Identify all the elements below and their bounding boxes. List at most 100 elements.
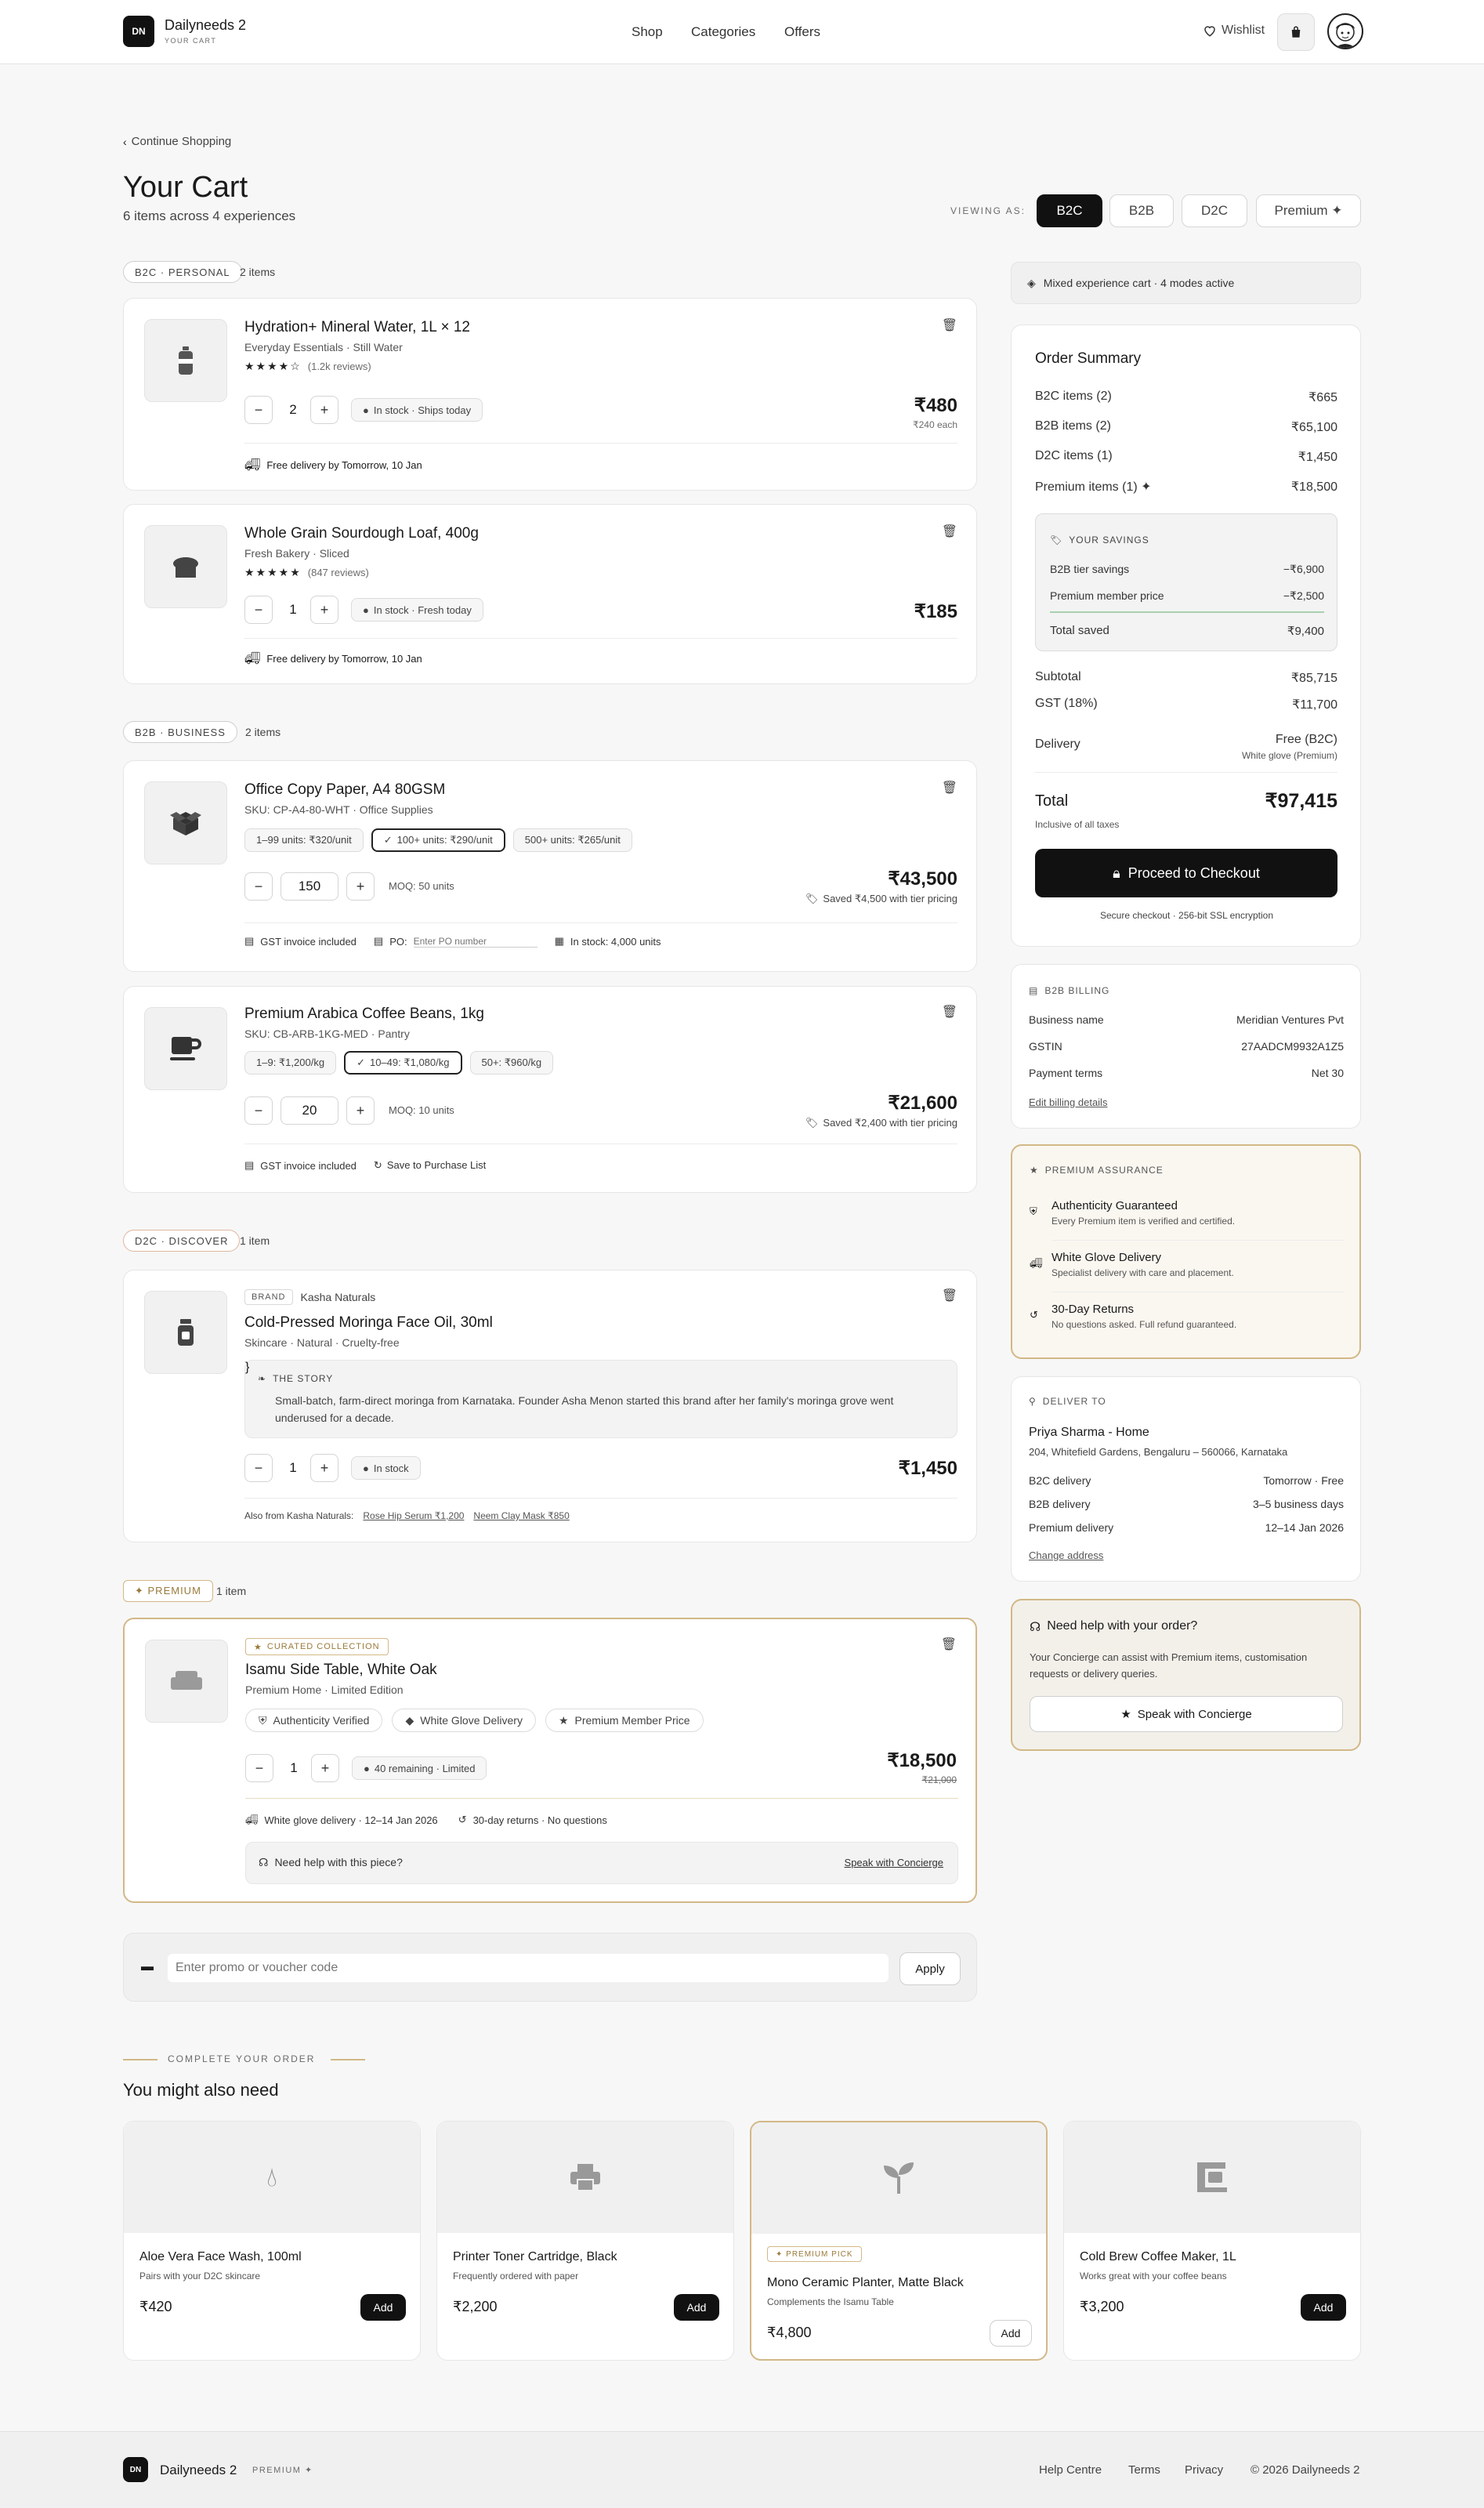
qty-input[interactable]: 150 [281, 872, 338, 901]
tier-chip-1[interactable]: 1–99 units: ₹320/unit [244, 828, 364, 852]
qty-increase-button[interactable]: + [310, 396, 338, 424]
also-item-link[interactable]: Rose Hip Serum ₹1,200 [363, 1510, 464, 1521]
promo-input[interactable] [168, 1954, 889, 1982]
tier-chip-2[interactable]: ✓ 10–49: ₹1,080/kg [344, 1051, 462, 1075]
brand-sub: YOUR CART [165, 37, 217, 45]
item-name[interactable]: Premium Arabica Coffee Beans, 1kg [244, 1006, 484, 1023]
qty-value[interactable]: 2 [277, 402, 309, 418]
delivery-row: Delivery Free (B2C) White glove (Premium) [1035, 733, 1337, 761]
item-name[interactable]: Office Copy Paper, A4 80GSM [244, 781, 445, 799]
rec-card-premium[interactable]: ✦ PREMIUM PICK Mono Ceramic Planter, Mat… [750, 2121, 1048, 2361]
footer-badge: PREMIUM ✦ [252, 2466, 313, 2475]
trash-icon[interactable]: 🗑︎ [942, 1004, 957, 1020]
qty-decrease-button[interactable]: − [245, 1754, 273, 1782]
qty-decrease-button[interactable]: − [244, 1096, 273, 1125]
avatar[interactable] [1327, 13, 1363, 49]
item-meta: SKU: CB-ARB-1KG-MED · Pantry [244, 1027, 410, 1040]
delivery-text: Free delivery by Tomorrow, 10 Jan [266, 458, 422, 471]
story-text: Small-batch, farm-direct moringa from Ka… [275, 1394, 894, 1424]
cart-button[interactable] [1277, 13, 1315, 51]
mode-premium-button[interactable]: Premium ✦ [1256, 194, 1361, 227]
qty-decrease-button[interactable]: − [244, 596, 273, 624]
qty-value[interactable]: 1 [277, 1460, 309, 1476]
speak-concierge-button[interactable]: ★ Speak with Concierge [1030, 1696, 1343, 1732]
qty-increase-button[interactable]: + [346, 872, 375, 901]
item-name[interactable]: Hydration+ Mineral Water, 1L × 12 [244, 319, 470, 336]
section-count-b2c: 2 items [240, 266, 276, 278]
rec-add-button[interactable]: Add [674, 2294, 719, 2321]
wishlist-link[interactable]: Wishlist [1203, 24, 1265, 38]
deliver-title: DELIVER TO [1042, 1396, 1106, 1407]
trash-icon[interactable]: 🗑︎ [942, 524, 957, 539]
footer-help-link[interactable]: Help Centre [1039, 2463, 1102, 2477]
tier-chip-3[interactable]: 500+ units: ₹265/unit [512, 828, 632, 852]
trash-icon[interactable]: 🗑︎ [942, 317, 957, 333]
original-price: ₹21,000 [921, 1774, 957, 1785]
trash-icon[interactable]: 🗑︎ [942, 1288, 957, 1303]
item-price: ₹43,500 [888, 868, 957, 890]
qty-increase-button[interactable]: + [310, 1454, 338, 1482]
badge-member-price: ★ Premium Member Price [545, 1709, 704, 1732]
item-name[interactable]: Whole Grain Sourdough Loaf, 400g [244, 525, 479, 542]
item-name[interactable]: Isamu Side Table, White Oak [245, 1662, 437, 1679]
premium-pick-badge: ✦ PREMIUM PICK [767, 2246, 862, 2262]
tier-chip-1[interactable]: 1–9: ₹1,200/kg [244, 1051, 337, 1075]
tier-chip-3[interactable]: 50+: ₹960/kg [469, 1051, 554, 1075]
viewing-as-label: VIEWING AS: [950, 205, 1026, 216]
rec-card[interactable]: Printer Toner Cartridge, Black Frequentl… [436, 2121, 734, 2361]
qty-decrease-button[interactable]: − [244, 396, 273, 424]
trash-icon[interactable]: 🗑︎ [941, 1636, 957, 1652]
footer-logo[interactable]: DN [123, 2457, 148, 2482]
trash-icon[interactable]: 🗑︎ [942, 780, 957, 796]
change-address-link[interactable]: Change address [1029, 1549, 1103, 1561]
delivery-info: 🚚︎ Free delivery by Tomorrow, 10 Jan [244, 651, 422, 666]
brand-name[interactable]: Kasha Naturals [301, 1291, 376, 1303]
rec-add-button[interactable]: Add [1301, 2294, 1346, 2321]
cart-item-coffee: Premium Arabica Coffee Beans, 1kg SKU: C… [123, 986, 977, 1193]
mode-b2b-button[interactable]: B2B [1109, 194, 1174, 227]
doc-icon: ▤ [244, 935, 255, 947]
mode-d2c-button[interactable]: D2C [1182, 194, 1247, 227]
rec-image [751, 2122, 1046, 2234]
qty-decrease-button[interactable]: − [244, 872, 273, 901]
edit-billing-link[interactable]: Edit billing details [1029, 1096, 1107, 1108]
nav-categories[interactable]: Categories [691, 24, 755, 40]
item-name[interactable]: Cold-Pressed Moringa Face Oil, 30ml [244, 1314, 493, 1332]
save-to-list-link[interactable]: ↻ Save to Purchase List [374, 1159, 486, 1172]
qty-increase-button[interactable]: + [311, 1754, 339, 1782]
qty-value[interactable]: 1 [278, 1760, 309, 1776]
heart-icon [1203, 24, 1217, 38]
brand-name[interactable]: Dailyneeds 2 [165, 17, 246, 34]
nav-offers[interactable]: Offers [784, 24, 820, 40]
mixed-text: Mixed experience cart · 4 modes active [1043, 277, 1235, 289]
continue-shopping-link[interactable]: ‹ Continue Shopping [123, 135, 231, 148]
brand-logo[interactable]: DN [123, 16, 154, 47]
also-item-link[interactable]: Neem Clay Mask ₹850 [473, 1510, 569, 1521]
rec-card[interactable]: 💧︎ Aloe Vera Face Wash, 100ml Pairs with… [123, 2121, 421, 2361]
qty-input[interactable]: 20 [281, 1096, 338, 1125]
deliver-address: 204, Whitefield Gardens, Bengaluru – 560… [1029, 1446, 1288, 1458]
rec-sub: Complements the Isamu Table [767, 2296, 894, 2307]
cart-item-paper: Office Copy Paper, A4 80GSM SKU: CP-A4-8… [123, 760, 977, 972]
section-count-d2c: 1 item [240, 1234, 270, 1247]
tier-chip-2[interactable]: ✓ 100+ units: ₹290/unit [371, 828, 505, 852]
qty-decrease-button[interactable]: − [244, 1454, 273, 1482]
mode-b2c-button[interactable]: B2C [1037, 194, 1102, 227]
item-meta: Premium Home · Limited Edition [245, 1683, 404, 1696]
footer-terms-link[interactable]: Terms [1128, 2463, 1160, 2477]
qty-value[interactable]: 1 [277, 602, 309, 618]
apply-promo-button[interactable]: Apply [899, 1952, 961, 1985]
item-meta: SKU: CP-A4-80-WHT · Office Supplies [244, 803, 433, 816]
rec-sub: Frequently ordered with paper [453, 2271, 579, 2281]
footer-privacy-link[interactable]: Privacy [1185, 2463, 1223, 2477]
speak-concierge-link[interactable]: Speak with Concierge [845, 1857, 943, 1868]
rec-add-button[interactable]: Add [990, 2320, 1032, 2347]
checkout-button[interactable]: 🔒︎ Proceed to Checkout [1035, 849, 1337, 897]
qty-increase-button[interactable]: + [346, 1096, 375, 1125]
badge-text: White Glove Delivery [420, 1714, 523, 1727]
qty-increase-button[interactable]: + [310, 596, 338, 624]
nav-shop[interactable]: Shop [632, 24, 663, 40]
po-number-input[interactable] [413, 935, 537, 948]
rec-add-button[interactable]: Add [360, 2294, 406, 2321]
rec-card[interactable]: Cold Brew Coffee Maker, 1L Works great w… [1063, 2121, 1361, 2361]
